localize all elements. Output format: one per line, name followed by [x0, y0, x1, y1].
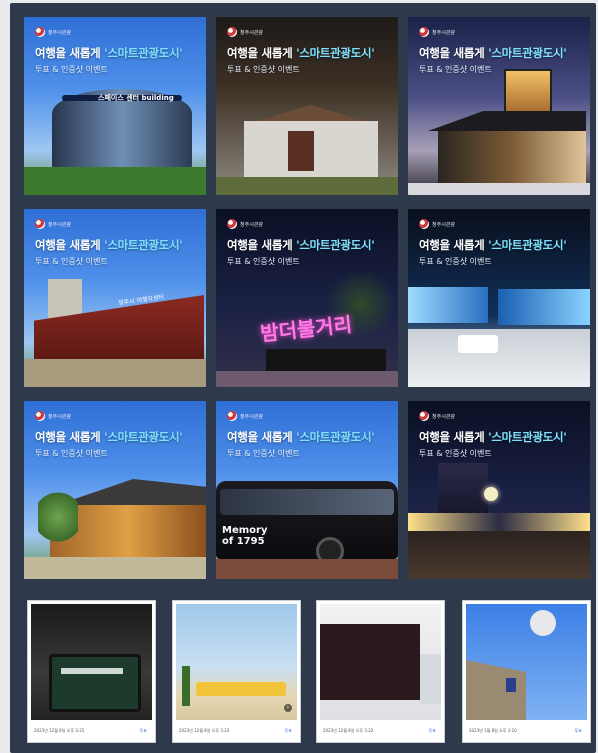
bus-sign-text: Memory of 1795 — [222, 525, 268, 547]
card-date: 2023년 12월 8일 오후 3:22 — [323, 728, 374, 733]
neon-sign-text: 밤더불거리 — [259, 312, 354, 346]
tile-subline: 투표 & 인증샷 이벤트 — [227, 449, 300, 458]
banner-tile-1[interactable]: 스페이스 센터 building 청주시관광 여행을 새롭게 '스마트관광도시'… — [24, 17, 206, 195]
brand-logo: 청주시관광 — [227, 219, 263, 229]
card-date: 2023년 1월 8일 오후 3:20 — [469, 728, 517, 733]
brand-logo: 청주시관광 — [227, 27, 263, 37]
tile-headline: 여행을 새롭게 '스마트관광도시' — [227, 46, 375, 60]
card-vote-link[interactable]: 투표 — [285, 728, 292, 734]
brand-logo: 청주시관광 — [35, 27, 71, 37]
card-date: 2023년 12월 8일 오후 3:23 — [179, 728, 230, 733]
banner-tile-3[interactable]: 청주시관광 여행을 새롭게 '스마트관광도시' 투표 & 인증샷 이벤트 — [408, 17, 590, 195]
brand-mark-icon — [227, 219, 237, 229]
brand-mark-icon — [419, 27, 429, 37]
brand-logo: 청주시관광 — [419, 411, 455, 421]
brand-mark-icon — [227, 411, 237, 421]
tile-subline: 투표 & 인증샷 이벤트 — [227, 65, 300, 74]
vote-card-3[interactable]: 2023년 12월 8일 오후 3:22 투표 — [316, 600, 445, 743]
tile-headline: 여행을 새롭게 '스마트관광도시' — [419, 46, 567, 60]
brand-mark-icon — [419, 219, 429, 229]
vote-card-2[interactable]: › 2023년 12월 8일 오후 3:23 투표 — [172, 600, 301, 743]
card-next-icon[interactable]: › — [284, 704, 292, 712]
banner-tile-2[interactable]: 청주시관광 여행을 새롭게 '스마트관광도시' 투표 & 인증샷 이벤트 — [216, 17, 398, 195]
tile-headline: 여행을 새롭게 '스마트관광도시' — [227, 430, 375, 444]
tile-subline: 투표 & 인증샷 이벤트 — [35, 449, 108, 458]
banner-tile-5[interactable]: 밤더불거리 청주시관광 여행을 새롭게 '스마트관광도시' 투표 & 인증샷 이… — [216, 209, 398, 387]
tile-subline: 투표 & 인증샷 이벤트 — [419, 449, 492, 458]
tile-subline: 투표 & 인증샷 이벤트 — [419, 65, 492, 74]
tile-headline: 여행을 새롭게 '스마트관광도시' — [419, 430, 567, 444]
card-photo — [466, 604, 587, 720]
tile-subline: 투표 & 인증샷 이벤트 — [35, 65, 108, 74]
vote-card-1[interactable]: 2023년 12월 8일 오후 3:25 투표 — [27, 600, 156, 743]
brand-mark-icon — [227, 27, 237, 37]
tile-headline: 여행을 새롭게 '스마트관광도시' — [35, 238, 183, 252]
tile-headline: 여행을 새롭게 '스마트관광도시' — [35, 46, 183, 60]
tile-headline: 여행을 새롭게 '스마트관광도시' — [35, 430, 183, 444]
card-date: 2023년 12월 8일 오후 3:25 — [34, 728, 85, 733]
brand-mark-icon — [35, 27, 45, 37]
banner-tile-6[interactable]: 청주시관광 여행을 새롭게 '스마트관광도시' 투표 & 인증샷 이벤트 — [408, 209, 590, 387]
brand-logo: 청주시관광 — [35, 411, 71, 421]
brand-logo: 청주시관광 — [419, 27, 455, 37]
tile-subline: 투표 & 인증샷 이벤트 — [35, 257, 108, 266]
gallery-frame: 스페이스 센터 building 청주시관광 여행을 새롭게 '스마트관광도시'… — [10, 3, 596, 753]
brand-logo: 청주시관광 — [419, 219, 455, 229]
tile-headline: 여행을 새롭게 '스마트관광도시' — [227, 238, 375, 252]
brand-mark-icon — [419, 411, 429, 421]
brand-logo: 청주시관광 — [35, 219, 71, 229]
tile-subline: 투표 & 인증샷 이벤트 — [227, 257, 300, 266]
tile-subline: 투표 & 인증샷 이벤트 — [419, 257, 492, 266]
banner-tile-8[interactable]: Memory of 1795 청주시관광 여행을 새롭게 '스마트관광도시' 투… — [216, 401, 398, 579]
brand-mark-icon — [35, 411, 45, 421]
brand-logo: 청주시관광 — [227, 411, 263, 421]
card-vote-link[interactable]: 투표 — [140, 728, 147, 734]
banner-tile-7[interactable]: 청주시관광 여행을 새롭게 '스마트관광도시' 투표 & 인증샷 이벤트 — [24, 401, 206, 579]
vote-card-4[interactable]: 2023년 1월 8일 오후 3:20 투표 — [462, 600, 591, 743]
tile-headline: 여행을 새롭게 '스마트관광도시' — [419, 238, 567, 252]
card-photo — [31, 604, 152, 720]
card-vote-link[interactable]: 투표 — [429, 728, 436, 734]
card-photo — [176, 604, 297, 720]
card-photo — [320, 604, 441, 720]
banner-tile-4[interactable]: 청주시 여행자센터 청주시관광 여행을 새롭게 '스마트관광도시' 투표 & 인… — [24, 209, 206, 387]
card-vote-link[interactable]: 투표 — [575, 728, 582, 734]
brand-mark-icon — [35, 219, 45, 229]
tile-sign-text: 스페이스 센터 building — [98, 94, 174, 102]
banner-tile-9[interactable]: 청주시관광 여행을 새롭게 '스마트관광도시' 투표 & 인증샷 이벤트 — [408, 401, 590, 579]
